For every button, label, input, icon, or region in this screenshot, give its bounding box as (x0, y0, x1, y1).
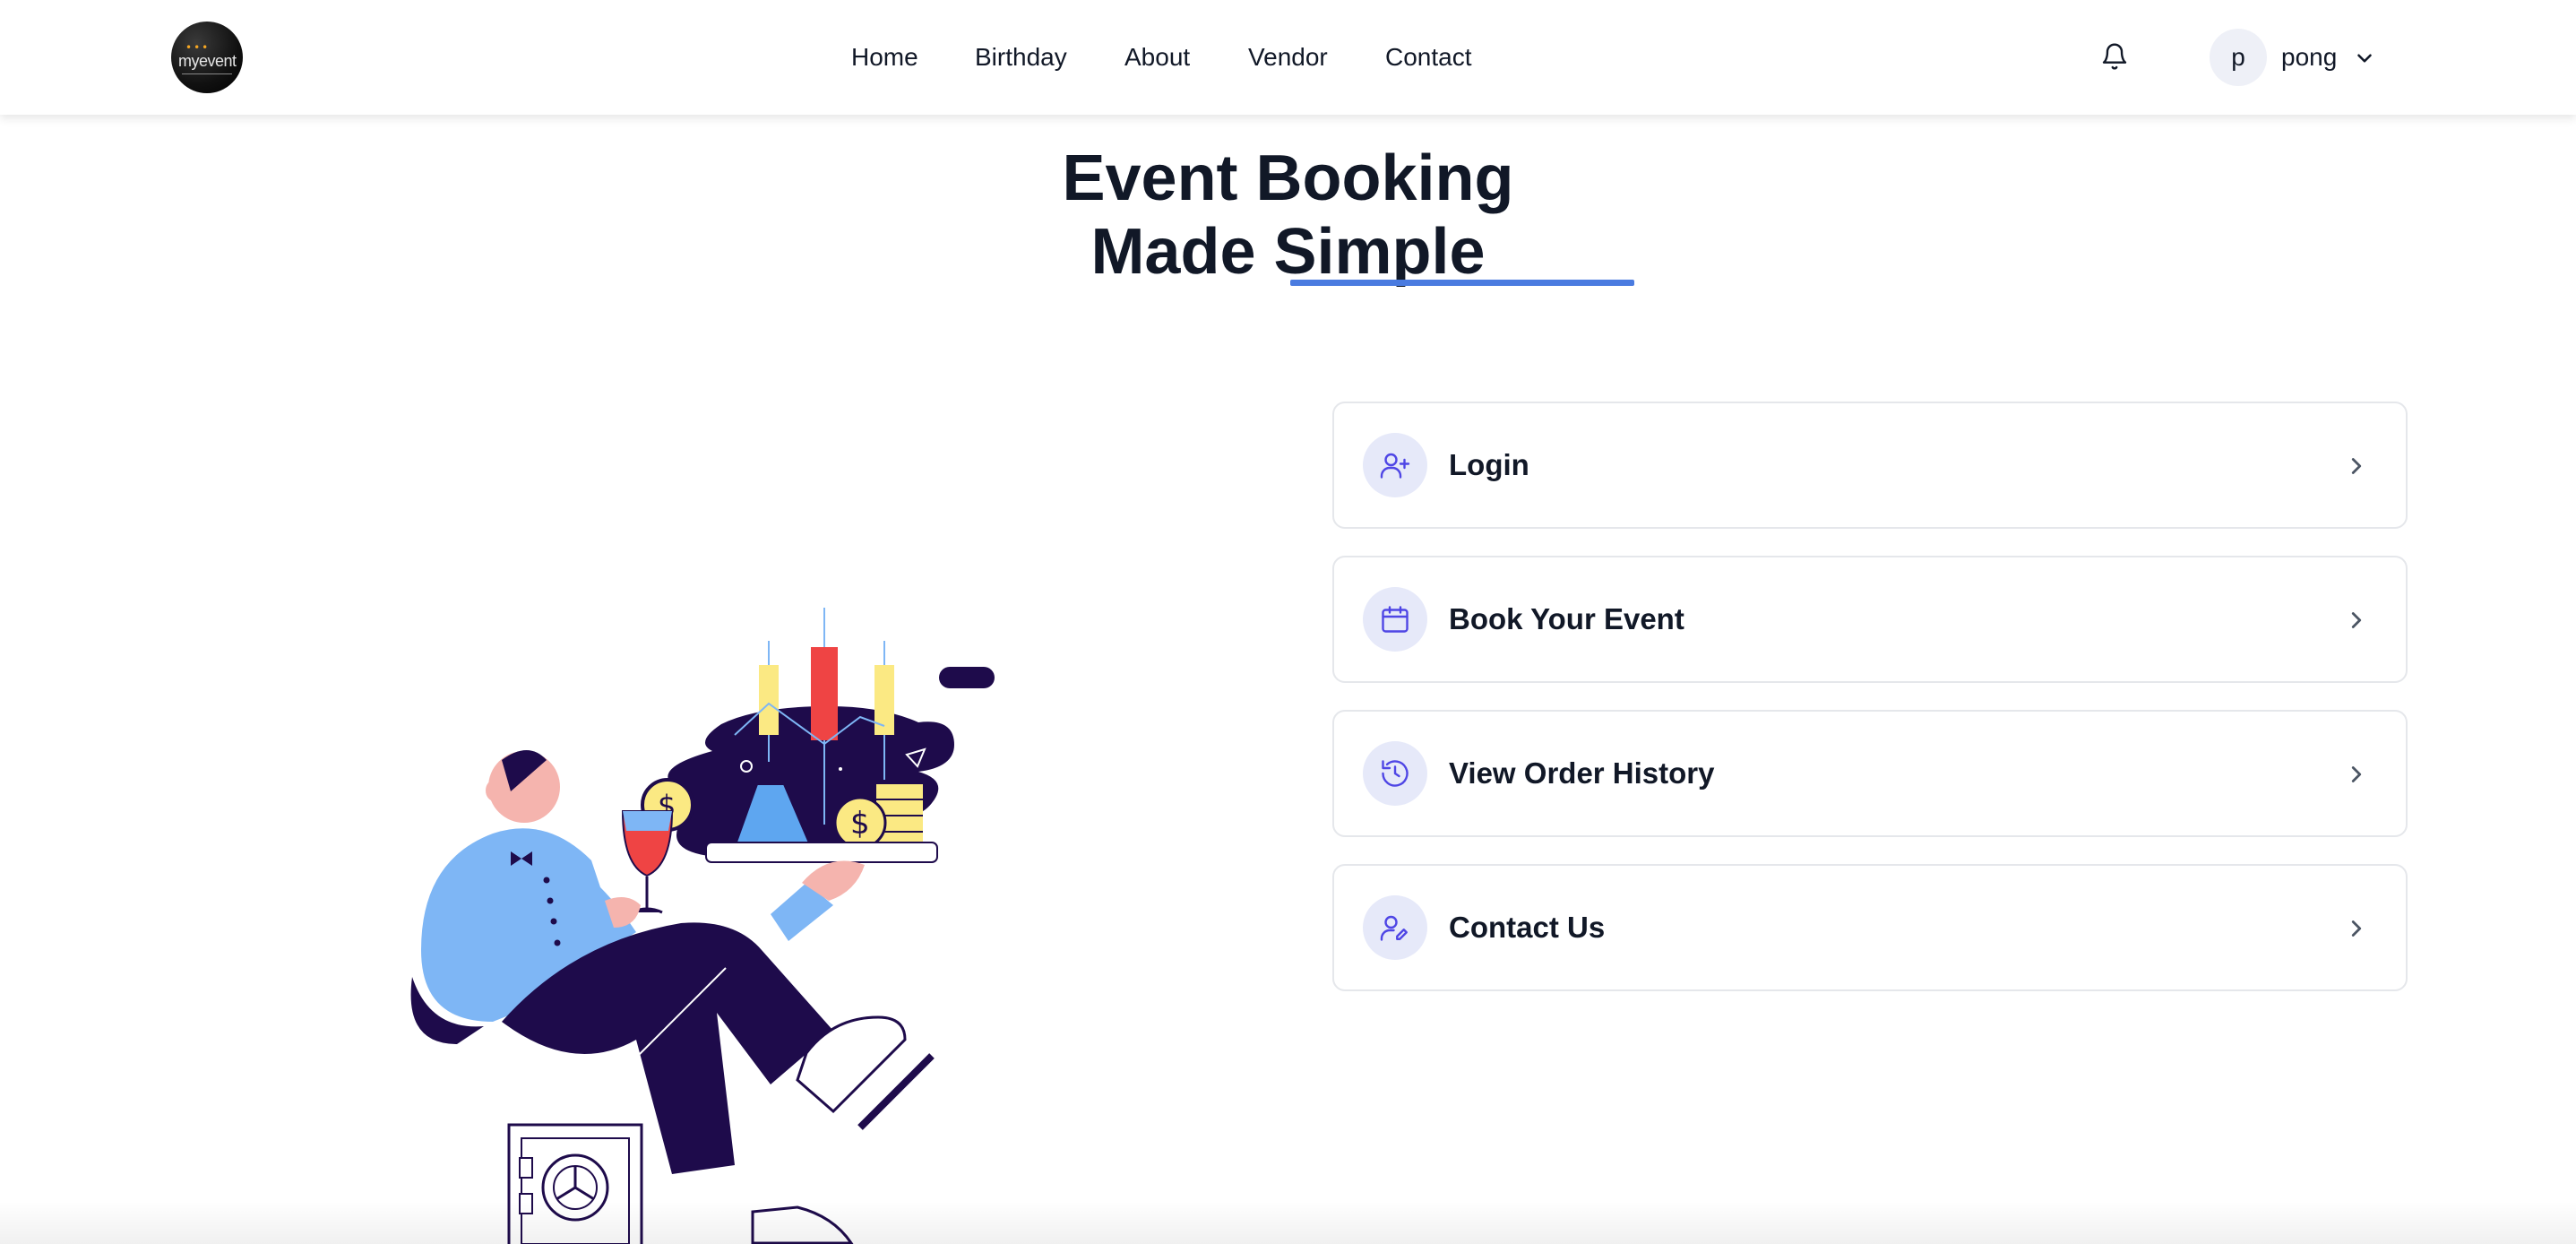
title-underline (1290, 280, 1634, 286)
chevron-down-icon[interactable] (2353, 47, 2376, 70)
menu-label: Book Your Event (1449, 602, 1684, 635)
avatar[interactable]: p (2210, 29, 2267, 86)
chevron-right-icon (2343, 915, 2370, 942)
title-line-2: Made Simple (1090, 216, 1486, 288)
chevron-right-icon (2343, 607, 2370, 634)
svg-text:$: $ (850, 806, 870, 842)
user-plus-icon (1363, 433, 1427, 497)
user-edit-icon (1363, 895, 1427, 960)
main-nav: Home Birthday About Vendor Contact (0, 41, 2576, 73)
bottom-shadow (0, 1201, 2576, 1244)
nav-home[interactable]: Home (851, 41, 918, 73)
page-title: Event Booking Made Simple (1030, 142, 1546, 289)
bell-icon[interactable] (2100, 41, 2129, 72)
nav-about[interactable]: About (1124, 41, 1190, 73)
history-icon (1363, 741, 1427, 806)
menu-card-order-history[interactable]: View Order History (1332, 710, 2408, 837)
menu-label: Login (1449, 448, 1529, 481)
title-line-1: Event Booking (1062, 143, 1514, 214)
chevron-right-icon (2343, 761, 2370, 788)
calendar-icon (1363, 587, 1427, 652)
nav-vendor[interactable]: Vendor (1248, 41, 1328, 73)
hero-illustration: $ $ (394, 592, 1021, 1244)
menu-label: Contact Us (1449, 911, 1606, 944)
chevron-right-icon (2343, 453, 2370, 479)
menu-card-login[interactable]: Login (1332, 402, 2408, 529)
nav-contact[interactable]: Contact (1385, 41, 1472, 73)
nav-birthday[interactable]: Birthday (975, 41, 1067, 73)
menu-card-book-event[interactable]: Book Your Event (1332, 556, 2408, 683)
menu-card-contact-us[interactable]: Contact Us (1332, 864, 2408, 991)
user-name[interactable]: pong (2281, 41, 2337, 73)
menu-label: View Order History (1449, 756, 1715, 790)
user-menu[interactable]: p pong (2210, 29, 2389, 86)
logo-divider (182, 73, 232, 74)
top-navbar: ••• myevent Home Birthday About Vendor C… (0, 0, 2576, 115)
